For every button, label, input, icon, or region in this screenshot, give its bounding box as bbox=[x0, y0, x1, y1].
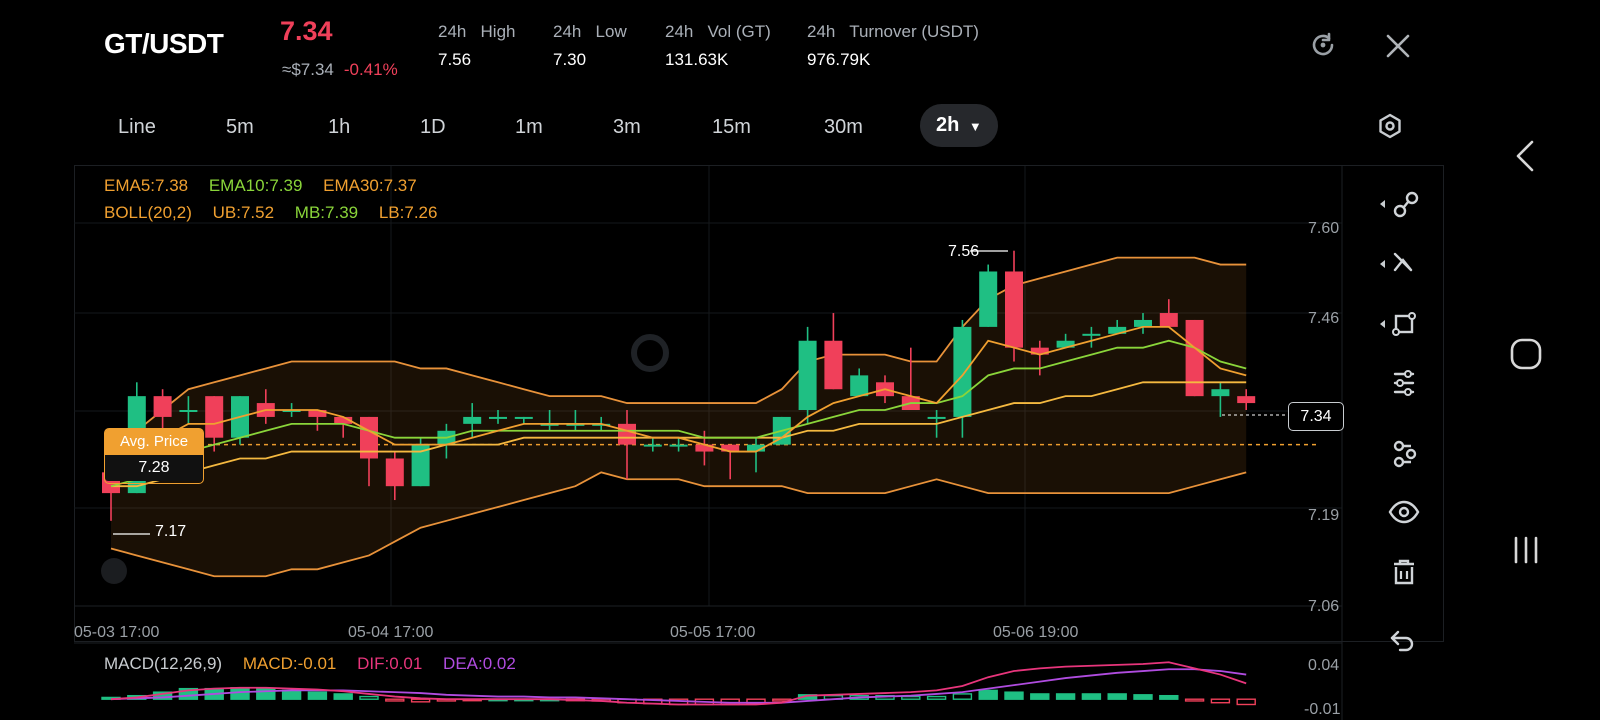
time-tick: 05-04 17:00 bbox=[348, 624, 434, 641]
avg-price-box: Avg. Price 7.28 bbox=[104, 428, 204, 484]
candlestick-chart[interactable] bbox=[0, 0, 1600, 720]
candle-body bbox=[953, 326, 972, 417]
macd-histogram-bar bbox=[359, 695, 379, 700]
macd-histogram-bar bbox=[385, 698, 405, 702]
dea-line bbox=[110, 668, 1247, 704]
macd-histogram-bar bbox=[410, 698, 431, 703]
boll-legend: BOLL(20,2) UB:7.52 MB:7.39 LB:7.26 bbox=[104, 203, 437, 223]
eye-icon[interactable] bbox=[1388, 500, 1420, 524]
macd-title: MACD(12,26,9) bbox=[104, 654, 223, 673]
candle-body bbox=[1159, 313, 1178, 327]
macd-histogram-bar bbox=[1107, 693, 1127, 700]
candle-body bbox=[1211, 389, 1230, 397]
macd-histogram-bar bbox=[978, 689, 998, 700]
avg-price-label: Avg. Price bbox=[105, 429, 203, 455]
candle-body bbox=[205, 396, 224, 438]
chart-mode-icon bbox=[101, 558, 127, 584]
macd-histogram-bar bbox=[1184, 698, 1205, 702]
macd-legend: MACD(12,26,9) MACD:-0.01 DIF:0.01 DEA:0.… bbox=[104, 654, 516, 674]
toolbar-icons bbox=[1380, 191, 1420, 652]
indicator-settings-icon[interactable] bbox=[1393, 370, 1415, 396]
candle-body bbox=[824, 340, 843, 390]
ema-legend: EMA5:7.38 EMA10:7.39 EMA30:7.37 bbox=[104, 176, 417, 196]
price-tick: 7.60 bbox=[1308, 220, 1340, 237]
candle-body bbox=[514, 416, 533, 419]
low-marker: 7.17 bbox=[155, 523, 187, 540]
macd-histogram-bar bbox=[1210, 698, 1231, 704]
candle-body bbox=[618, 423, 636, 445]
candle-body bbox=[463, 416, 482, 424]
dif-value: DIF:0.01 bbox=[357, 654, 423, 673]
price-tick: 7.06 bbox=[1308, 598, 1340, 615]
candle-body bbox=[1237, 396, 1256, 404]
price-tick: 7.46 bbox=[1308, 310, 1340, 327]
time-tick: 05-06 19:00 bbox=[993, 624, 1079, 641]
macd-histogram-bar bbox=[1236, 698, 1256, 706]
boll-lb-label: LB:7.26 bbox=[378, 203, 438, 222]
candle-body bbox=[1082, 333, 1101, 336]
bollinger-band-fill bbox=[111, 257, 1247, 577]
candle-body bbox=[979, 271, 998, 327]
candle-body bbox=[850, 375, 869, 397]
macd-histogram-bar bbox=[1081, 693, 1102, 700]
shape-tool-icon[interactable] bbox=[1380, 312, 1416, 336]
back-nav-icon[interactable] bbox=[1508, 136, 1544, 176]
candle-body bbox=[1185, 319, 1204, 397]
macd-value: MACD:-0.01 bbox=[242, 654, 337, 673]
home-nav-icon[interactable] bbox=[1508, 336, 1544, 372]
ema30-label: EMA30:7.37 bbox=[323, 176, 417, 195]
candle-body bbox=[1134, 319, 1152, 327]
macd-histogram-bar bbox=[926, 695, 947, 700]
candle-body bbox=[927, 416, 946, 419]
boll-label: BOLL(20,2) bbox=[104, 203, 192, 222]
candle-body bbox=[643, 444, 662, 447]
boll-mb-label: MB:7.39 bbox=[294, 203, 359, 222]
candle-body bbox=[179, 410, 198, 412]
high-marker: 7.56 bbox=[948, 243, 980, 260]
link-tool-icon[interactable] bbox=[1393, 440, 1417, 468]
boll-ub-label: UB:7.52 bbox=[212, 203, 275, 222]
time-tick: 05-05 17:00 bbox=[670, 624, 756, 641]
macd-histogram-bar bbox=[1159, 694, 1179, 700]
time-tick: 05-03 17:00 bbox=[74, 624, 160, 641]
macd-histogram-bar bbox=[307, 691, 328, 700]
ema5-label: EMA5:7.38 bbox=[104, 176, 189, 195]
macd-histogram-bar bbox=[901, 695, 921, 700]
trash-icon[interactable] bbox=[1394, 559, 1414, 585]
macd-histogram-bar bbox=[952, 693, 973, 700]
macd-histogram-bar bbox=[1004, 691, 1024, 700]
undo-icon[interactable] bbox=[1390, 630, 1414, 652]
dea-value: DEA:0.02 bbox=[443, 654, 516, 673]
macd-histogram-bar bbox=[1030, 693, 1050, 700]
ema10-label: EMA10:7.39 bbox=[208, 176, 303, 195]
candle-body bbox=[489, 416, 507, 419]
candle-body bbox=[669, 444, 688, 447]
drawing-toolbar bbox=[1378, 188, 1428, 658]
candle-body bbox=[153, 396, 172, 417]
recents-nav-icon[interactable] bbox=[1508, 532, 1544, 568]
macd-histogram-bar bbox=[1133, 694, 1153, 700]
candle-body bbox=[1005, 271, 1023, 348]
watermark-logo bbox=[631, 334, 669, 372]
avg-price-value: 7.28 bbox=[105, 455, 203, 481]
candle-body bbox=[385, 458, 404, 487]
macd-histogram-bar bbox=[333, 693, 353, 700]
trendline-tool-icon[interactable] bbox=[1380, 191, 1419, 218]
price-tick: 7.19 bbox=[1308, 507, 1340, 524]
crossline-tool-icon[interactable] bbox=[1380, 252, 1413, 272]
macd-tick: 0.04 bbox=[1308, 657, 1340, 674]
macd-histogram-bar bbox=[281, 689, 302, 700]
candle-body bbox=[798, 340, 817, 410]
macd-histogram-bar bbox=[1055, 693, 1076, 700]
current-price-tag: 7.34 bbox=[1288, 402, 1344, 431]
macd-tick: -0.01 bbox=[1304, 701, 1341, 718]
